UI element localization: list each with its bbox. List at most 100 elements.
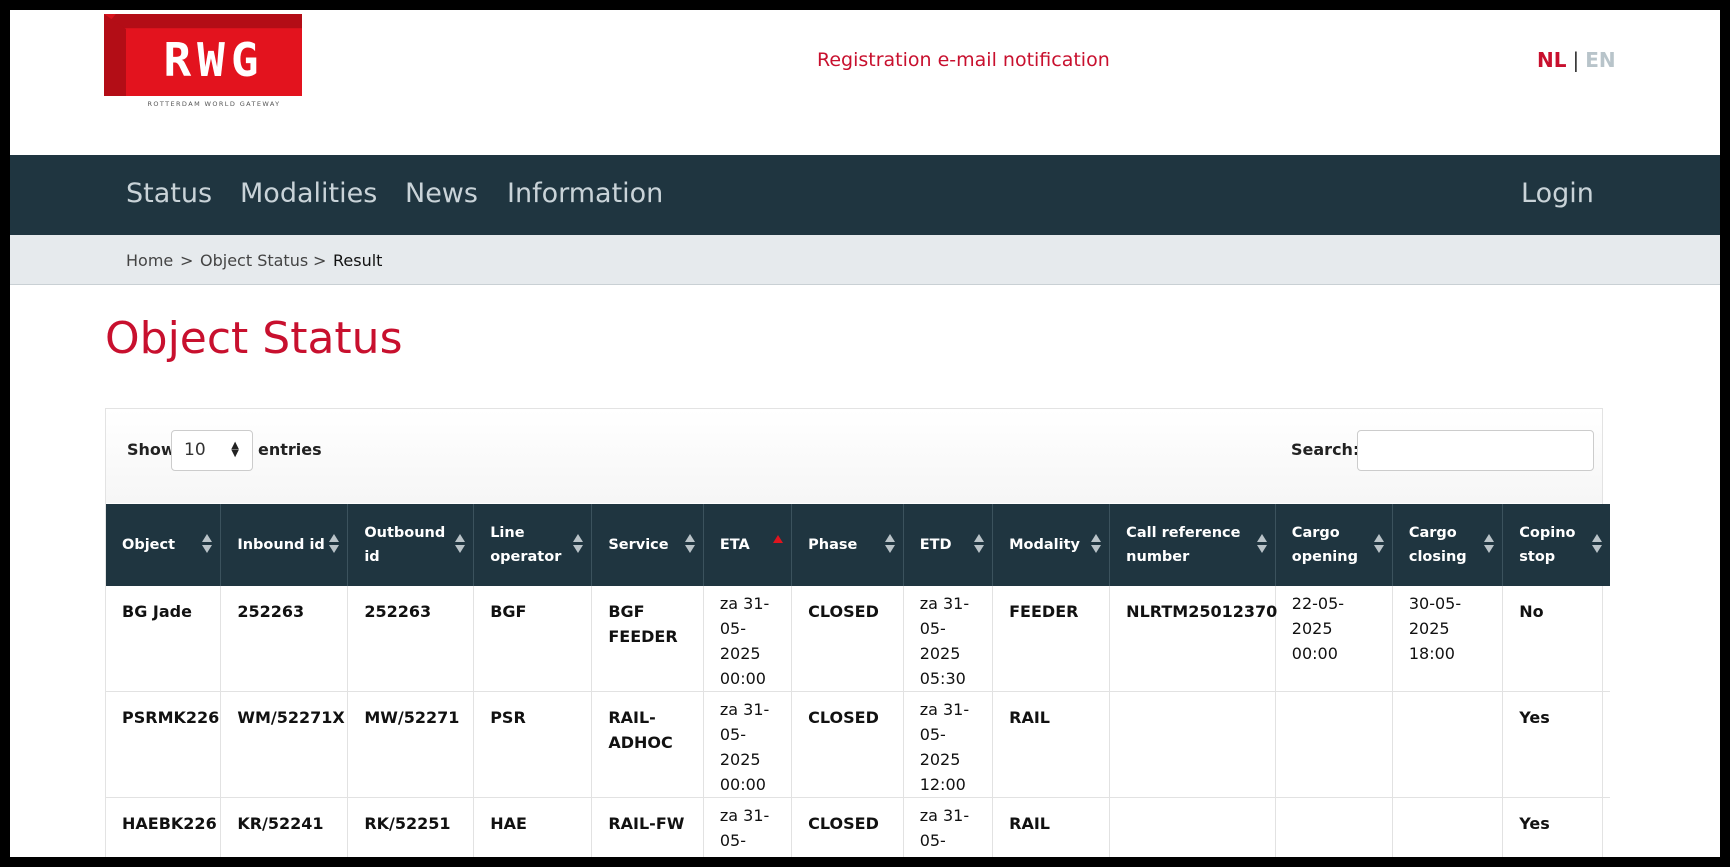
nav-item-modalities[interactable]: Modalities — [240, 178, 377, 209]
cell-eta: za 31-05-2025 00:00 — [702, 691, 792, 798]
breadcrumb-separator: > — [180, 251, 194, 270]
column-header-line-operator[interactable]: Line operator — [473, 504, 592, 586]
language-switcher: NL | EN — [1537, 48, 1616, 72]
column-header-copino-stop[interactable]: Copino stop — [1502, 504, 1610, 586]
table-row[interactable]: BG Jade 252263 252263 BGF BGF FEEDER za … — [106, 586, 1610, 692]
lang-nl-link[interactable]: NL — [1537, 48, 1566, 72]
cell-modality: RAIL — [992, 691, 1110, 798]
login-link[interactable]: Login — [1521, 178, 1594, 209]
breadcrumb-result: Result — [333, 251, 383, 270]
table-row[interactable]: HAEBK226 KR/52241 RK/52251 HAE RAIL-FW z… — [106, 797, 1610, 857]
show-label: Show — [127, 440, 176, 459]
breadcrumb-separator: > — [313, 251, 327, 270]
sort-icon — [1592, 534, 1602, 553]
cell-line-operator: HAE — [473, 797, 592, 857]
sort-ascending-icon — [773, 535, 784, 546]
cell-phase: CLOSED — [791, 586, 904, 692]
column-header-etd[interactable]: ETD — [902, 504, 993, 586]
cell-object: BG Jade — [106, 586, 221, 692]
logo-tagline: ROTTERDAM WORLD GATEWAY — [147, 100, 281, 108]
table-row[interactable]: PSRMK226 WM/52271X MW/52271 PSR RAIL-ADH… — [106, 691, 1610, 798]
cell-etd: za 31-05-2025 12:00 — [902, 691, 993, 798]
sort-icon — [1256, 534, 1267, 553]
column-label: Phase — [808, 537, 858, 553]
cell-service: BGF FEEDER — [591, 586, 704, 692]
search-label: Search: — [1291, 440, 1360, 459]
column-label: Copino stop — [1519, 525, 1576, 565]
sort-icon — [974, 534, 985, 553]
column-label: Modality — [1009, 537, 1081, 553]
sort-icon — [1373, 534, 1384, 553]
object-status-table-panel: Show 10 ▲ ▼ entries Search: Object Inboun… — [105, 408, 1610, 857]
registration-notification-link[interactable]: Registration e-mail notification — [817, 49, 1110, 71]
column-header-inbound-id[interactable]: Inbound id — [220, 504, 348, 586]
column-header-call-reference[interactable]: Call reference number — [1109, 504, 1276, 586]
column-header-outbound-id[interactable]: Outbound id — [347, 504, 474, 586]
cell-cargo-closing — [1391, 691, 1503, 798]
cell-inbound-id: WM/52271X — [220, 691, 348, 798]
cell-phase: CLOSED — [791, 797, 904, 857]
entries-label: entries — [258, 440, 322, 459]
cell-outbound-id: MW/52271 — [347, 691, 474, 798]
cell-copino-stop: No — [1502, 586, 1610, 692]
cell-call-reference: NLRTM25012370 — [1109, 586, 1277, 692]
cell-line-operator: PSR — [473, 691, 592, 798]
cell-inbound-id: KR/52241 — [220, 797, 348, 857]
entries-select[interactable]: 10 ▲ ▼ — [171, 430, 253, 471]
table-controls: Show 10 ▲ ▼ entries Search: — [106, 409, 1602, 503]
column-header-cargo-closing[interactable]: Cargo closing — [1391, 504, 1503, 586]
column-label: Line operator — [490, 525, 562, 565]
cell-eta: za 31-05-2025 01:00 — [702, 797, 792, 857]
rwg-logo[interactable]: RWG ROTTERDAM WORLD GATEWAY — [104, 14, 304, 114]
column-label: Service — [608, 537, 669, 553]
column-header-service[interactable]: Service — [591, 504, 704, 586]
nav-item-news[interactable]: News — [405, 178, 478, 209]
page-title: Object Status — [105, 313, 403, 364]
column-header-object[interactable]: Object — [106, 504, 221, 586]
cell-line-operator: BGF — [473, 586, 592, 692]
cell-cargo-opening — [1274, 797, 1393, 857]
cell-etd: za 31-05-2025 06:00 — [902, 797, 993, 857]
column-label: Call reference number — [1126, 525, 1241, 565]
page: RWG ROTTERDAM WORLD GATEWAY Registration… — [10, 10, 1720, 857]
entries-select-value: 10 — [184, 440, 206, 460]
cell-modality: FEEDER — [992, 586, 1110, 692]
nav-item-information[interactable]: Information — [507, 178, 663, 209]
sort-icon — [1091, 534, 1102, 553]
cell-copino-stop: Yes — [1502, 691, 1610, 798]
column-header-phase[interactable]: Phase — [791, 504, 904, 586]
column-header-modality[interactable]: Modality — [992, 504, 1110, 586]
sort-icon — [573, 534, 584, 553]
sort-icon — [1484, 534, 1495, 553]
column-label: Inbound id — [237, 537, 325, 553]
cell-cargo-opening — [1274, 691, 1393, 798]
sort-icon — [455, 534, 466, 553]
breadcrumb-object-status[interactable]: Object Status — [200, 251, 308, 270]
object-status-table: Object Inbound id Outbound id Line opera… — [106, 504, 1610, 857]
cell-copino-stop: Yes — [1502, 797, 1610, 857]
cell-cargo-closing: 30-05-2025 18:00 — [1391, 586, 1503, 692]
cell-object: PSRMK226 — [106, 691, 221, 798]
sort-icon — [684, 534, 695, 553]
column-label: Cargo opening — [1291, 525, 1358, 565]
table-header-row: Object Inbound id Outbound id Line opera… — [106, 504, 1610, 586]
search-input[interactable] — [1357, 430, 1594, 471]
column-label: Cargo closing — [1408, 525, 1467, 565]
cell-modality: RAIL — [992, 797, 1110, 857]
cell-phase: CLOSED — [791, 691, 904, 798]
cell-cargo-closing — [1391, 797, 1503, 857]
cell-outbound-id: 252263 — [347, 586, 474, 692]
column-header-eta[interactable]: ETA — [702, 504, 792, 586]
site-header: RWG ROTTERDAM WORLD GATEWAY Registration… — [10, 10, 1720, 155]
nav-item-status[interactable]: Status — [126, 178, 212, 209]
cell-call-reference — [1109, 797, 1276, 857]
lang-en-link[interactable]: EN — [1585, 48, 1615, 72]
column-header-cargo-opening[interactable]: Cargo opening — [1274, 504, 1393, 586]
column-label: Outbound id — [364, 525, 446, 565]
cell-etd: za 31-05-2025 05:30 — [902, 586, 993, 692]
cell-service: RAIL-FW — [591, 797, 704, 857]
breadcrumb-home[interactable]: Home — [126, 251, 173, 270]
cell-service: RAIL-ADHOC — [591, 691, 704, 798]
main-nav: Status Modalities News Information Login — [10, 155, 1720, 235]
cell-outbound-id: RK/52251 — [347, 797, 474, 857]
